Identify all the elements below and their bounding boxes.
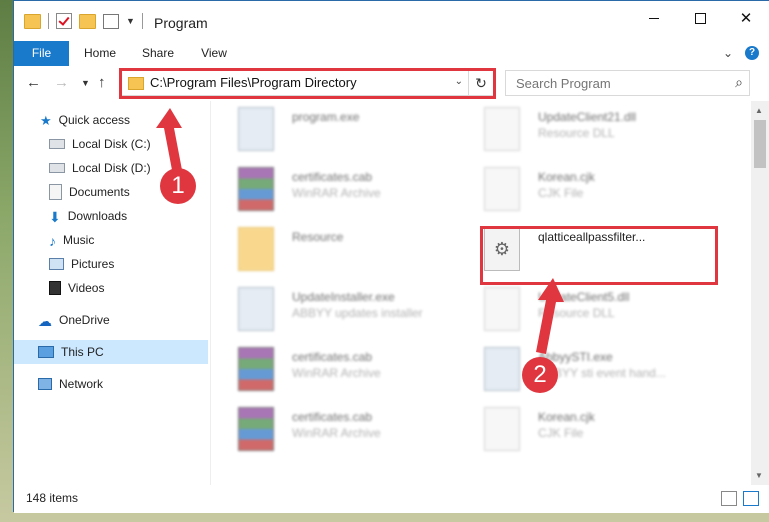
step-badge-1: 1	[160, 168, 196, 204]
annotation-arrows	[156, 108, 564, 354]
arrow-1-icon	[156, 108, 182, 170]
step-badge-2: 2	[522, 357, 558, 393]
arrow-2-icon	[536, 278, 564, 354]
